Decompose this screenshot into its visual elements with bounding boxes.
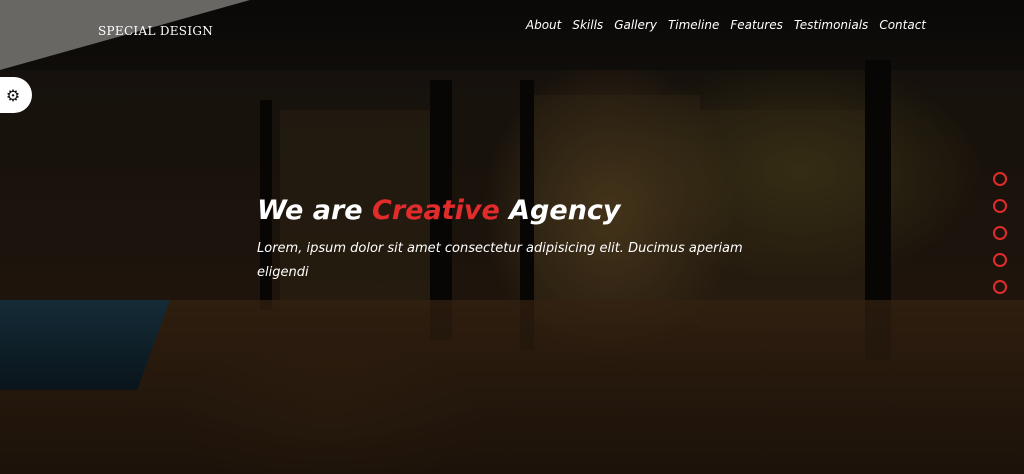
bullet[interactable] xyxy=(993,199,1007,213)
hero-headline: We are Creative Agency xyxy=(257,195,621,226)
nav-testimonials[interactable]: Testimonials xyxy=(794,18,868,32)
nav-skills[interactable]: Skills xyxy=(572,18,603,32)
nav-contact[interactable]: Contact xyxy=(879,18,926,32)
logo[interactable]: SPECIAL DESIGN xyxy=(98,24,213,38)
gear-icon: ⚙ xyxy=(5,85,21,105)
headline-accent: Creative xyxy=(372,195,500,226)
headline-part1: We are xyxy=(257,195,373,226)
nav-about[interactable]: About xyxy=(526,18,561,32)
section-bullets xyxy=(993,172,1007,294)
bullet[interactable] xyxy=(993,226,1007,240)
bullet[interactable] xyxy=(993,172,1007,186)
nav-gallery[interactable]: Gallery xyxy=(614,18,657,32)
headline-part2: Agency xyxy=(499,195,621,226)
hero-text: Lorem, ipsum dolor sit amet consectetur … xyxy=(257,241,743,280)
nav-timeline[interactable]: Timeline xyxy=(668,18,719,32)
main-nav: About Skills Gallery Timeline Features T… xyxy=(526,18,926,32)
nav-features[interactable]: Features xyxy=(730,18,783,32)
bullet[interactable] xyxy=(993,280,1007,294)
bullet[interactable] xyxy=(993,253,1007,267)
